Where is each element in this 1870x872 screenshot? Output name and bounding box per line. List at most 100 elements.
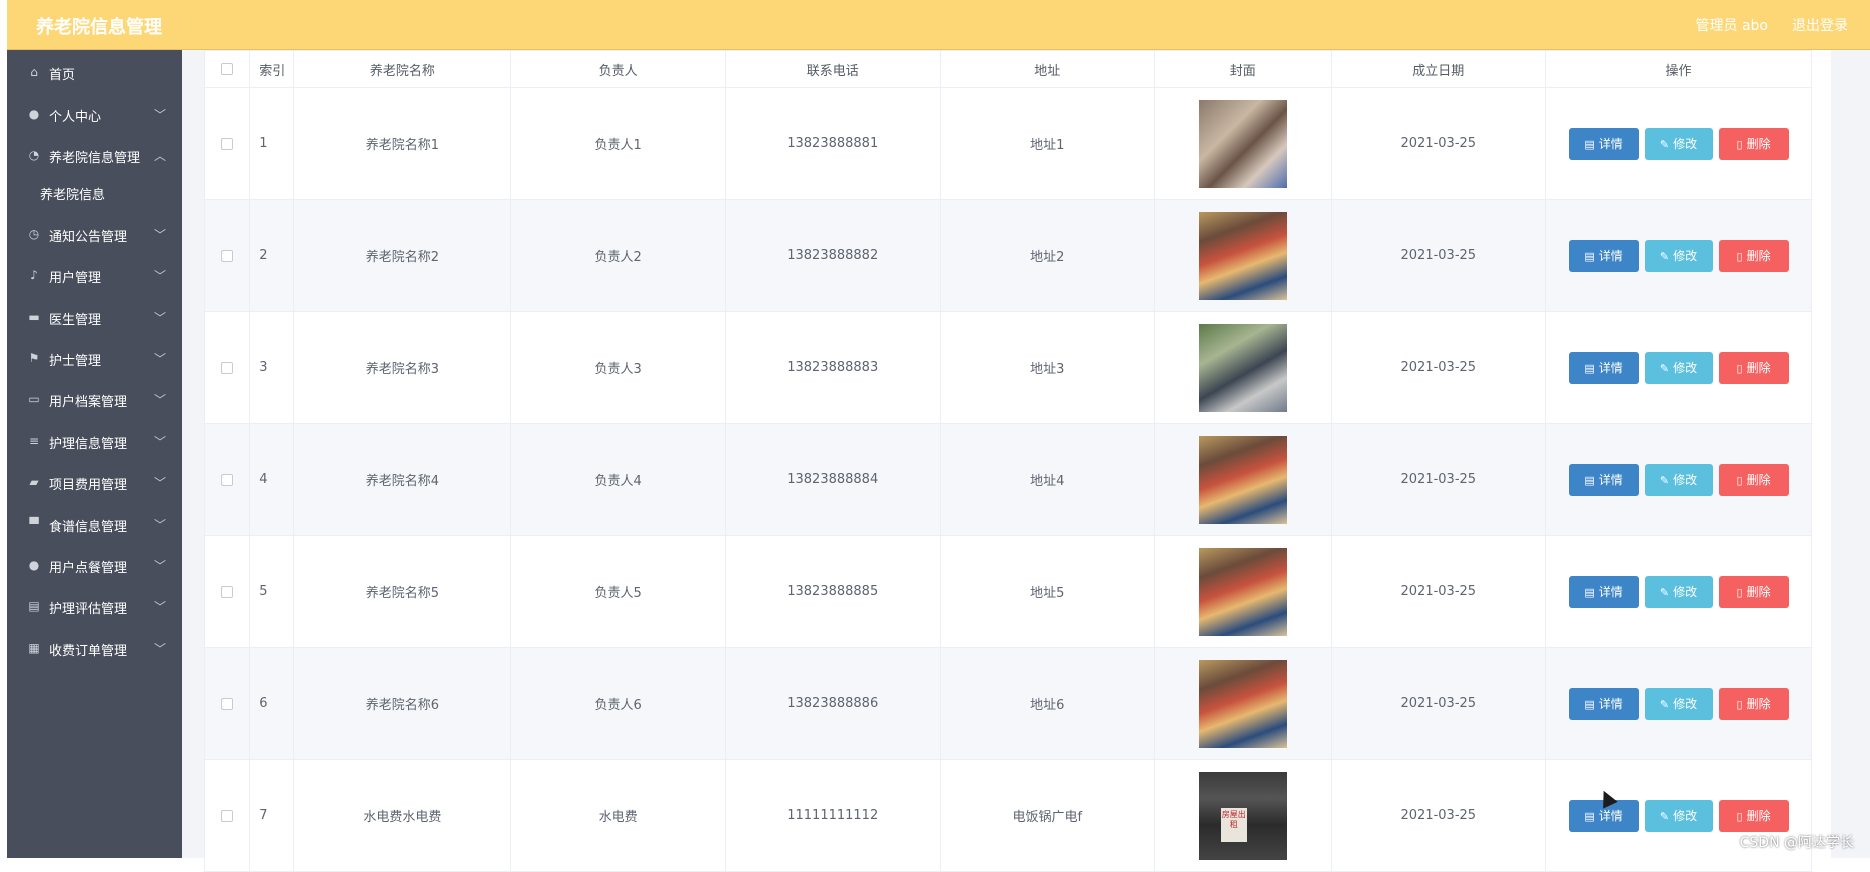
table-panel: 索引养老院名称负责人联系电话地址封面成立日期操作 1养老院名称1负责人11382… (204, 50, 1831, 858)
row-checkbox[interactable] (221, 698, 233, 710)
edit-button[interactable]: ✎修改 (1645, 352, 1713, 384)
chevron-down-icon: ﹀ (154, 267, 166, 284)
cell-date: 2021-03-25 (1331, 648, 1546, 760)
detail-button[interactable]: ▤详情 (1569, 464, 1639, 496)
edit-button-label: 修改 (1673, 249, 1697, 263)
cell-manager: 水电费 (511, 760, 726, 872)
detail-button[interactable]: ▤详情 (1569, 576, 1639, 608)
flag-icon: ⚑ (27, 351, 41, 365)
cover-image[interactable] (1199, 212, 1287, 300)
cell-cover (1155, 536, 1331, 648)
select-all-checkbox[interactable] (205, 51, 250, 88)
delete-button[interactable]: ▯删除 (1719, 128, 1789, 160)
chevron-down-icon: ﹀ (154, 474, 166, 491)
checkbox[interactable] (221, 63, 233, 75)
trash-icon: ▯ (1737, 138, 1743, 151)
sidebar-item-13[interactable]: ▦收费订单管理﹀ (7, 630, 182, 670)
row-checkbox-cell[interactable] (205, 424, 250, 536)
delete-button[interactable]: ▯删除 (1719, 464, 1789, 496)
cover-sign: 房屋出租 (1221, 808, 1247, 842)
row-checkbox-cell[interactable] (205, 88, 250, 200)
row-checkbox-cell[interactable] (205, 312, 250, 424)
edit-button-label: 修改 (1673, 809, 1697, 823)
pencil-icon: ✎ (1660, 250, 1669, 263)
delete-button[interactable]: ▯删除 (1719, 352, 1789, 384)
chevron-down-icon: ﹀ (154, 309, 166, 326)
edit-button[interactable]: ✎修改 (1645, 688, 1713, 720)
bell-off-icon: ◔ (27, 148, 41, 162)
row-checkbox[interactable] (221, 810, 233, 822)
trash-icon: ▯ (1737, 810, 1743, 823)
delete-button[interactable]: ▯删除 (1719, 240, 1789, 272)
row-checkbox-cell[interactable] (205, 648, 250, 760)
cell-actions: ▤ 详情 ✎修改▯删除 (1546, 312, 1812, 424)
detail-button-label: 详情 (1599, 697, 1623, 711)
edit-button[interactable]: ✎修改 (1645, 128, 1713, 160)
pencil-icon: ✎ (1660, 586, 1669, 599)
sidebar-item-10[interactable]: ▀食谱信息管理﹀ (7, 506, 182, 546)
row-checkbox[interactable] (221, 474, 233, 486)
sidebar-item-11[interactable]: ●用户点餐管理﹀ (7, 547, 182, 587)
cell-phone: 13823888883 (725, 312, 940, 424)
row-checkbox-cell[interactable] (205, 200, 250, 312)
sidebar-item-3[interactable]: ◷通知公告管理﹀ (7, 216, 182, 256)
logout-link[interactable]: 退出登录 (1792, 15, 1848, 35)
detail-button[interactable]: ▤ 详情 (1569, 352, 1639, 384)
edit-button-label: 修改 (1673, 585, 1697, 599)
delete-button[interactable]: ▯删除 (1719, 800, 1789, 832)
detail-button-label: 详情 (1599, 361, 1623, 375)
sidebar-item-6[interactable]: ⚑护士管理﹀ (7, 340, 182, 380)
cover-image[interactable] (1199, 324, 1287, 412)
cover-image[interactable] (1199, 660, 1287, 748)
main-content: 索引养老院名称负责人联系电话地址封面成立日期操作 1养老院名称1负责人11382… (182, 50, 1870, 858)
delete-button-label: 删除 (1747, 585, 1771, 599)
delete-button[interactable]: ▯删除 (1719, 688, 1789, 720)
message-icon: ▬ (27, 310, 41, 324)
cell-actions: ▤详情 ✎ 修改 ▯删除 (1546, 200, 1812, 312)
chevron-down-icon: ﹀ (154, 106, 166, 123)
column-header: 索引 (250, 51, 294, 88)
edit-button[interactable]: ✎ 修改 (1645, 576, 1713, 608)
cover-image[interactable] (1199, 436, 1287, 524)
sidebar-item-7[interactable]: ▭用户档案管理﹀ (7, 381, 182, 421)
grid-icon: ▦ (27, 641, 41, 655)
detail-button[interactable]: ▤详情 (1569, 688, 1639, 720)
cell-date: 2021-03-25 (1331, 200, 1546, 312)
chevron-down-icon: ﹀ (154, 516, 166, 533)
cover-image[interactable] (1199, 100, 1287, 188)
delete-button[interactable]: ▯删除 (1719, 576, 1789, 608)
current-user-label: 管理员 abo (1696, 15, 1768, 35)
sidebar-item-1[interactable]: ●个人中心﹀ (7, 96, 182, 136)
row-checkbox[interactable] (221, 250, 233, 262)
sidebar-subitem-nursing-home-info[interactable]: 养老院信息 (7, 173, 182, 213)
sidebar-item-12[interactable]: ▤护理评估管理﹀ (7, 588, 182, 628)
edit-button[interactable]: ✎修改 (1645, 800, 1713, 832)
document-icon: ▤ (1584, 362, 1594, 375)
cell-date: 2021-03-25 (1331, 760, 1546, 872)
cell-index: 7 (250, 760, 294, 872)
table-row: 7水电费水电费水电费11111111112电饭锅广电f房屋出租2021-03-2… (205, 760, 1812, 872)
detail-button[interactable]: ▤详情 (1569, 240, 1639, 272)
row-checkbox-cell[interactable] (205, 536, 250, 648)
document-icon: ▤ (1584, 474, 1594, 487)
detail-button[interactable]: ▤详情 (1569, 128, 1639, 160)
cell-date: 2021-03-25 (1331, 536, 1546, 648)
row-checkbox[interactable] (221, 138, 233, 150)
row-checkbox[interactable] (221, 362, 233, 374)
edit-button[interactable]: ✎ 修改 (1645, 240, 1713, 272)
sidebar-item-4[interactable]: ♪用户管理﹀ (7, 257, 182, 297)
sidebar-item-8[interactable]: ≡护理信息管理﹀ (7, 423, 182, 463)
sidebar-item-0[interactable]: ⌂首页 (7, 54, 182, 94)
column-header: 负责人 (511, 51, 726, 88)
row-checkbox-cell[interactable] (205, 760, 250, 872)
cover-image[interactable]: 房屋出租 (1199, 772, 1287, 860)
sidebar-item-9[interactable]: ▰项目费用管理﹀ (7, 464, 182, 504)
sidebar-item-2[interactable]: ◔养老院信息管理︿ (7, 137, 182, 177)
edit-button[interactable]: ✎修改 (1645, 464, 1713, 496)
row-checkbox[interactable] (221, 586, 233, 598)
cell-date: 2021-03-25 (1331, 424, 1546, 536)
ticket-icon: ▰ (27, 475, 41, 489)
sidebar-item-5[interactable]: ▬医生管理﹀ (7, 299, 182, 339)
chevron-down-icon: ﹀ (154, 640, 166, 657)
cover-image[interactable] (1199, 548, 1287, 636)
